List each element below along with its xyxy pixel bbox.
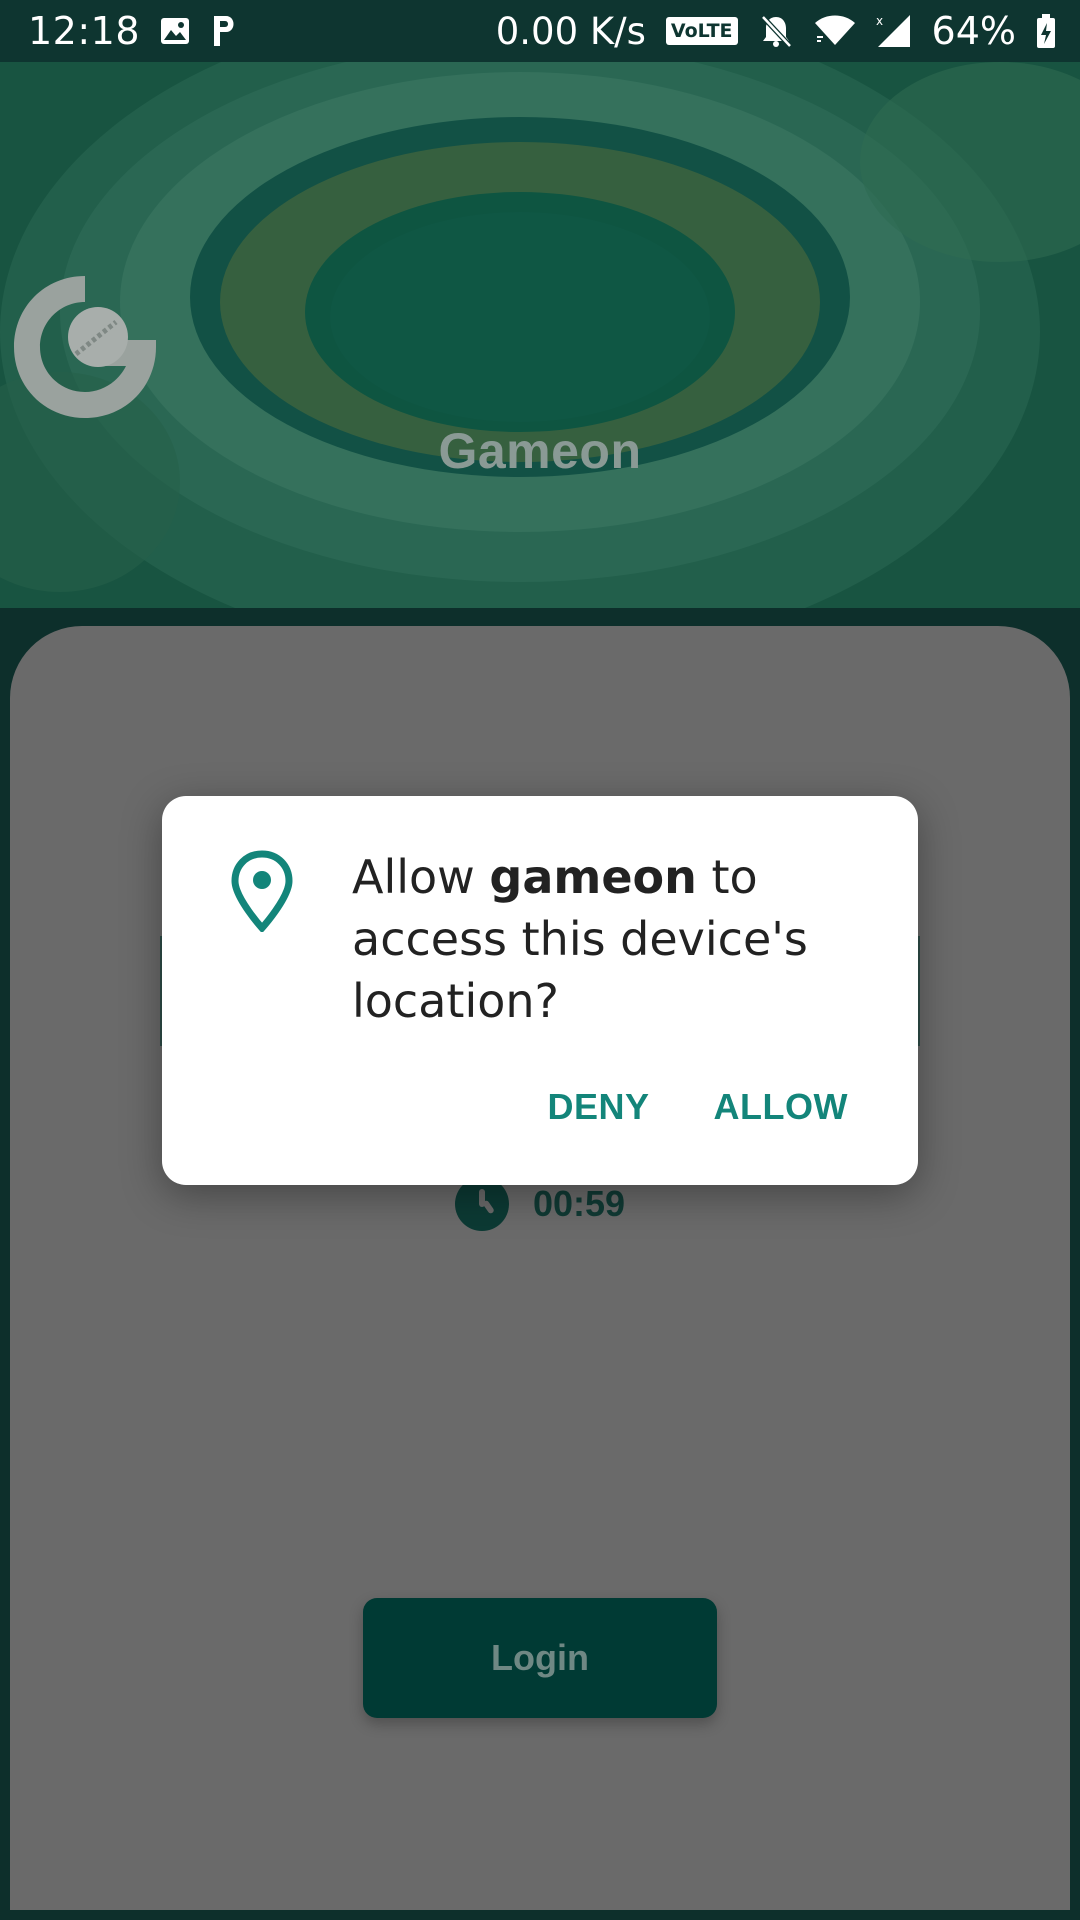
- clock-icon: [455, 1177, 509, 1231]
- stadium-header-image: Gameon: [0, 62, 1080, 608]
- battery-level: 64%: [931, 9, 1016, 53]
- brand-name: Gameon: [438, 423, 642, 479]
- location-pin-icon: [231, 850, 293, 932]
- login-button[interactable]: Login: [363, 1598, 717, 1718]
- deny-button[interactable]: DENY: [548, 1086, 650, 1128]
- status-bar: 12:18 0.00 K/s VoLTE x 64%: [0, 0, 1080, 62]
- app-name: gameon: [489, 850, 697, 904]
- mute-icon: [758, 13, 794, 49]
- allow-button[interactable]: ALLOW: [714, 1086, 848, 1128]
- message-prefix: Allow: [352, 850, 490, 904]
- parking-notification-icon: [210, 14, 240, 48]
- clock-time: 12:18: [28, 9, 141, 53]
- battery-charging-icon: [1036, 14, 1056, 48]
- dialog-message: Allow gameon to access this device's loc…: [352, 846, 872, 1032]
- image-notification-icon: [160, 17, 190, 45]
- dialog-actions: DENY ALLOW: [548, 1086, 849, 1128]
- signal-icon: x: [876, 13, 912, 49]
- wifi-icon: [814, 15, 856, 47]
- timer-text: 00:59: [533, 1183, 626, 1224]
- network-speed: 0.00 K/s: [495, 9, 646, 53]
- volte-icon: VoLTE: [665, 17, 738, 45]
- svg-text:x: x: [876, 14, 883, 28]
- location-permission-dialog: Allow gameon to access this device's loc…: [162, 796, 918, 1185]
